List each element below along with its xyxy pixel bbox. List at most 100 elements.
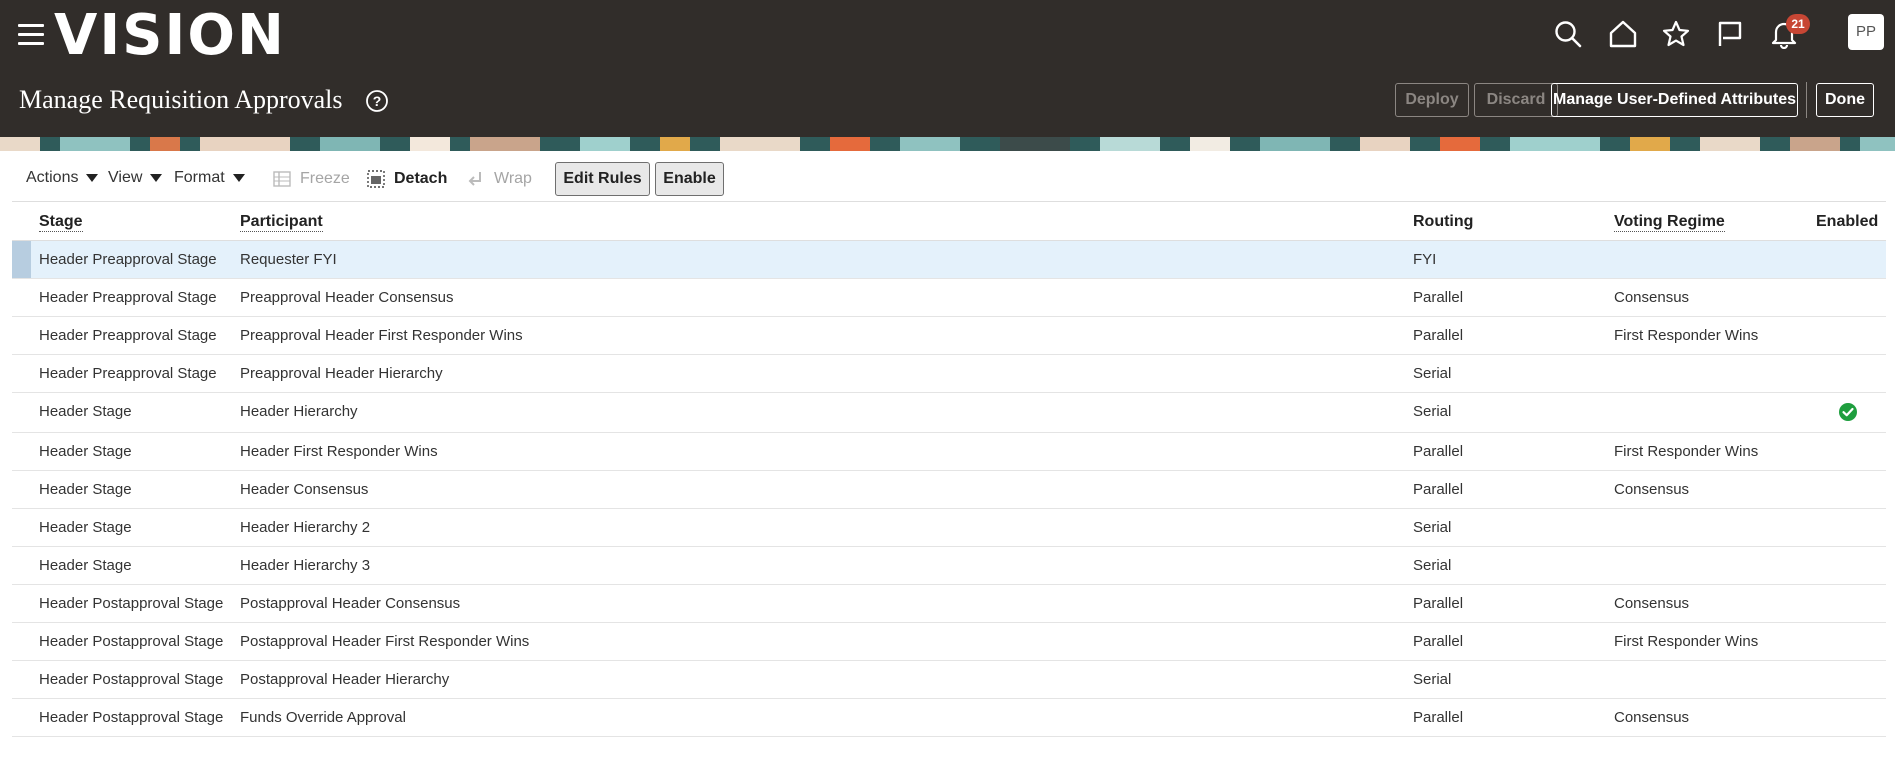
cell-stage: Header Postapproval Stage: [39, 671, 224, 688]
table-row[interactable]: Header Stage Header Hierarchy 2 Serial: [12, 509, 1886, 547]
chevron-down-icon: [86, 174, 99, 182]
cell-voting-regime: Consensus: [1614, 289, 1690, 306]
table-row[interactable]: Header Preapproval Stage Requester FYI FYI: [12, 241, 1886, 279]
svg-text:?: ?: [373, 93, 382, 109]
table-row[interactable]: Header Preapproval Stage Preapproval Head…: [12, 317, 1886, 355]
freeze-button[interactable]: Freeze: [272, 169, 350, 189]
wrap-button[interactable]: Wrap: [466, 169, 532, 189]
done-button[interactable]: Done: [1816, 83, 1874, 117]
cell-participant: Postapproval Header Consensus: [240, 595, 461, 612]
star-icon[interactable]: [1656, 14, 1696, 54]
cell-voting-regime: Consensus: [1614, 481, 1690, 498]
cell-participant: Postapproval Header First Responder Wins: [240, 633, 530, 650]
search-icon[interactable]: [1548, 14, 1588, 54]
edit-rules-button[interactable]: Edit Rules: [555, 162, 650, 196]
row-selector[interactable]: [12, 355, 31, 392]
cell-participant: Header First Responder Wins: [240, 443, 438, 460]
row-selector[interactable]: [12, 585, 31, 622]
home-icon[interactable]: [1603, 14, 1643, 54]
page-title: Manage Requisition Approvals: [19, 85, 343, 114]
cell-routing: Serial: [1413, 557, 1452, 574]
chevron-down-icon: [150, 174, 163, 182]
table-row[interactable]: Header Postapproval Stage Postapproval He…: [12, 585, 1886, 623]
cell-participant: Header Consensus: [240, 481, 369, 498]
cell-routing: FYI: [1413, 251, 1437, 268]
row-selector[interactable]: [12, 279, 31, 316]
cell-stage: Header Stage: [39, 557, 132, 574]
table-row[interactable]: Header Postapproval Stage Postapproval He…: [12, 661, 1886, 699]
cell-routing: Serial: [1413, 671, 1452, 688]
cell-participant: Requester FYI: [240, 251, 337, 268]
chevron-down-icon: [232, 174, 245, 182]
row-selector[interactable]: [12, 661, 31, 698]
cell-stage: Header Postapproval Stage: [39, 709, 224, 726]
column-header-participant[interactable]: Participant: [240, 213, 323, 232]
bell-icon[interactable]: 21: [1764, 14, 1810, 54]
column-header-enabled[interactable]: Enabled: [1816, 213, 1878, 231]
table-row[interactable]: Header Preapproval Stage Preapproval Head…: [12, 355, 1886, 393]
cell-routing: Parallel: [1413, 327, 1464, 344]
table-row[interactable]: Header Postapproval Stage Funds Override …: [12, 699, 1886, 737]
avatar[interactable]: PP: [1848, 14, 1884, 50]
cell-routing: Parallel: [1413, 595, 1464, 612]
table-row[interactable]: Header Stage Header First Responder Wins P…: [12, 433, 1886, 471]
cell-routing: Serial: [1413, 519, 1452, 536]
cell-routing: Parallel: [1413, 289, 1464, 306]
cell-participant: Header Hierarchy 3: [240, 557, 371, 574]
row-selector[interactable]: [12, 317, 31, 354]
cell-stage: Header Stage: [39, 403, 132, 420]
approvals-table: Stage Participant Routing Voting Regime …: [12, 201, 1886, 737]
row-selector[interactable]: [12, 433, 31, 470]
row-selector[interactable]: [12, 393, 31, 432]
row-selector[interactable]: [12, 471, 31, 508]
table-row[interactable]: Header Preapproval Stage Preapproval Head…: [12, 279, 1886, 317]
table-row[interactable]: Header Stage Header Hierarchy 3 Serial: [12, 547, 1886, 585]
table-header: Stage Participant Routing Voting Regime …: [12, 201, 1886, 241]
column-header-voting-regime[interactable]: Voting Regime: [1614, 213, 1725, 232]
cell-voting-regime: Consensus: [1614, 709, 1690, 726]
enable-button[interactable]: Enable: [655, 162, 724, 196]
table-row[interactable]: Header Stage Header Hierarchy Serial: [12, 393, 1886, 433]
cell-participant: Funds Override Approval: [240, 709, 406, 726]
notification-badge: 21: [1786, 14, 1810, 34]
cell-voting-regime: First Responder Wins: [1614, 633, 1759, 650]
cell-stage: Header Postapproval Stage: [39, 633, 224, 650]
manage-user-defined-attributes-button[interactable]: Manage User-Defined Attributes: [1551, 83, 1798, 117]
deploy-button[interactable]: Deploy: [1395, 83, 1469, 117]
cell-voting-regime: Consensus: [1614, 595, 1690, 612]
cell-routing: Parallel: [1413, 633, 1464, 650]
cell-stage: Header Stage: [39, 443, 132, 460]
cell-stage: Header Preapproval Stage: [39, 251, 217, 268]
column-header-routing[interactable]: Routing: [1413, 213, 1473, 231]
cell-routing: Parallel: [1413, 709, 1464, 726]
format-menu[interactable]: Format: [174, 169, 245, 187]
detach-button[interactable]: Detach: [366, 169, 447, 189]
row-selector[interactable]: [12, 547, 31, 584]
view-menu[interactable]: View: [108, 169, 163, 187]
vision-logo[interactable]: VISION: [54, 4, 286, 68]
check-circle-icon: [1839, 403, 1857, 421]
cell-voting-regime: First Responder Wins: [1614, 443, 1759, 460]
cell-routing: Parallel: [1413, 443, 1464, 460]
table-row[interactable]: Header Postapproval Stage Postapproval He…: [12, 623, 1886, 661]
row-selector[interactable]: [12, 241, 31, 278]
wrap-icon: [468, 172, 481, 186]
cell-routing: Serial: [1413, 365, 1452, 382]
actions-menu[interactable]: Actions: [26, 169, 99, 187]
cell-stage: Header Stage: [39, 519, 132, 536]
header-separator: [1806, 82, 1807, 118]
help-icon[interactable]: ?: [365, 89, 389, 113]
column-header-stage[interactable]: Stage: [39, 213, 83, 232]
cell-stage: Header Preapproval Stage: [39, 327, 217, 344]
hamburger-icon[interactable]: [18, 24, 44, 46]
row-selector[interactable]: [12, 623, 31, 660]
row-selector[interactable]: [12, 509, 31, 546]
table-row[interactable]: Header Stage Header Consensus Parallel Cons…: [12, 471, 1886, 509]
row-selector[interactable]: [12, 699, 31, 736]
cell-participant: Postapproval Header Hierarchy: [240, 671, 450, 688]
detach-icon: [367, 170, 385, 188]
flag-icon[interactable]: [1710, 14, 1750, 54]
discard-button[interactable]: Discard: [1474, 83, 1558, 117]
cell-stage: Header Postapproval Stage: [39, 595, 224, 612]
freeze-icon: [273, 171, 291, 187]
